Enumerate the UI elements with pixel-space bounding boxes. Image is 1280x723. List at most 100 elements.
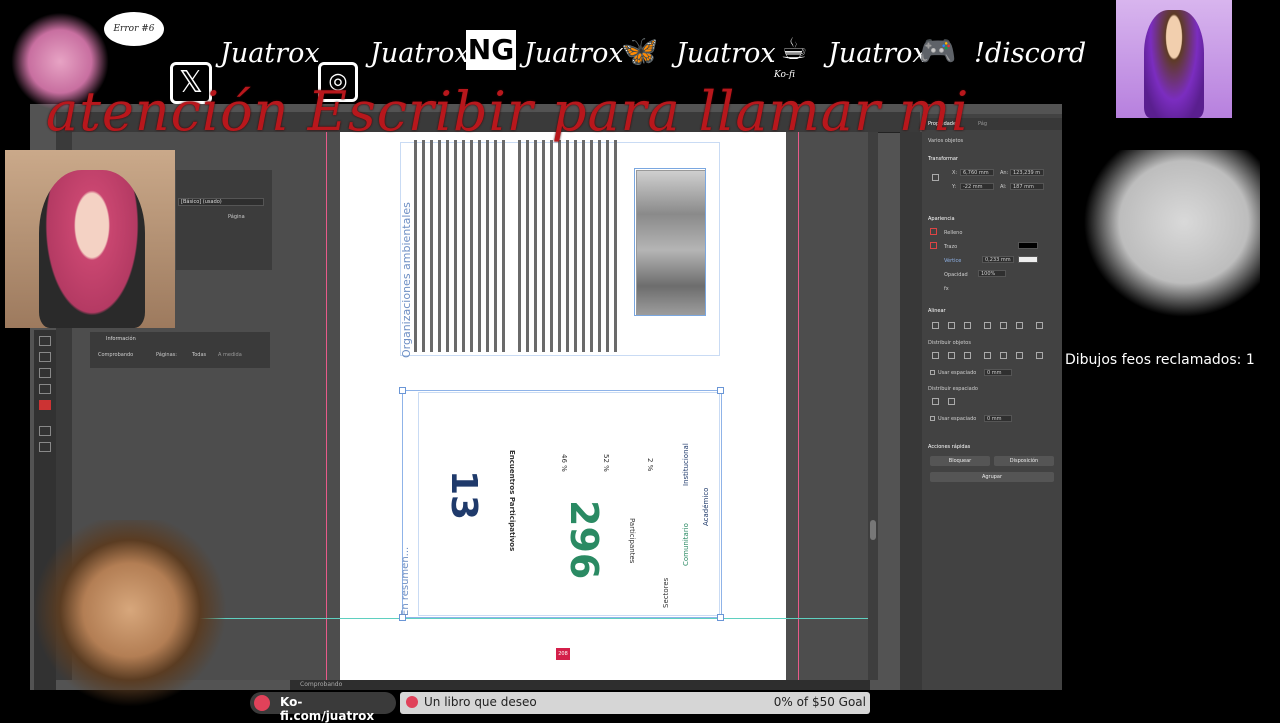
quick-actions-title: Acciones rápidas (928, 444, 971, 450)
discord-command[interactable]: !discord (974, 38, 1086, 69)
page-number-badge: 208 (556, 648, 570, 660)
social-links: 𝕏 Juatrox ◎ Juatrox NG Juatrox 🦋 Juatrox… (170, 30, 1086, 104)
bluesky-butterfly-icon: 🦋 (621, 34, 659, 69)
pages-all-radio[interactable]: Todas (192, 352, 206, 358)
arrange-button[interactable]: Disposición (994, 456, 1054, 466)
align-bottom-icon[interactable] (1016, 322, 1023, 329)
distribute-vcenter-icon[interactable] (948, 352, 955, 359)
goal-bar: Un libro que deseo 0% of $50 Goal (400, 692, 870, 714)
page-column-label: Página (228, 214, 245, 220)
stroke-swatch-icon[interactable] (930, 242, 937, 249)
stroke-weight-field[interactable]: 0,233 mm (982, 256, 1014, 263)
newgrounds-handle[interactable]: Juatrox (524, 38, 624, 69)
sectors-label: Sectores (662, 577, 670, 608)
guest-avatar-card (1116, 0, 1232, 118)
fill-swatch-icon[interactable] (930, 228, 937, 235)
stroke-style-field[interactable] (1018, 256, 1038, 263)
image-frame-selection[interactable] (634, 168, 706, 316)
y-label: Y: (952, 184, 957, 190)
x-field[interactable]: 6,760 mm (960, 169, 994, 176)
align-center-icon[interactable] (948, 322, 955, 329)
pen-tool-icon[interactable] (39, 368, 51, 378)
lock-button[interactable]: Bloquear (930, 456, 990, 466)
kofi-sub-label: Ko-fi (774, 70, 795, 80)
selection-handle[interactable] (399, 387, 406, 394)
stat-participants-number: 296 (562, 500, 606, 580)
frame-tool-icon[interactable] (39, 426, 51, 436)
guest-avatar (1144, 10, 1204, 118)
selection-handle[interactable] (717, 614, 724, 621)
info-panel-title: Información (106, 336, 136, 342)
opacity-field[interactable]: 100% (978, 270, 1006, 277)
use-spacing-checkbox[interactable] (930, 370, 935, 375)
use-spacing-label: Usar espaciado (938, 370, 977, 376)
reference-point-icon[interactable] (932, 174, 939, 181)
fill-stroke-swatch-icon[interactable] (39, 400, 51, 410)
instagram-handle[interactable]: Juatrox (370, 38, 470, 69)
direct-selection-tool-icon[interactable] (39, 352, 51, 362)
floating-panel: [Básico] (usado) Página (176, 170, 272, 270)
distribute-top-icon[interactable] (932, 352, 939, 359)
distribute-right-icon[interactable] (1016, 352, 1023, 359)
style-dropdown[interactable]: [Básico] (usado) (178, 198, 264, 206)
scrollbar-thumb[interactable] (870, 520, 876, 540)
y-field[interactable]: -22 mm (960, 183, 994, 190)
pages-range-radio[interactable]: A medida (218, 352, 242, 358)
status-bar: Comprobando (290, 680, 870, 690)
align-to-icon[interactable] (1036, 322, 1043, 329)
kofi-handle[interactable]: Juatrox (828, 38, 928, 69)
stat-participants-label: Participantes (628, 518, 636, 564)
use-spacing-label-2: Usar espaciado (938, 416, 977, 422)
align-right-icon[interactable] (964, 322, 971, 329)
sector-academico: Académico (702, 487, 710, 526)
type-tool-icon[interactable] (39, 384, 51, 394)
kofi-cup-icon: ☕ (780, 32, 808, 67)
bluesky-handle[interactable]: Juatrox (676, 38, 776, 69)
selection-handle[interactable] (717, 387, 724, 394)
distribute-spacing-title: Distribuir espaciado (928, 386, 978, 392)
stroke-color-field[interactable] (1018, 242, 1038, 249)
group-button[interactable]: Agrupar (930, 472, 1054, 482)
goal-heart-icon (406, 696, 418, 708)
alert-headline: atención Escribir para llamar mi (46, 80, 970, 143)
height-field[interactable]: 187 mm (1010, 183, 1044, 190)
distribute-bottom-icon[interactable] (964, 352, 971, 359)
vtuber-avatar (39, 170, 145, 328)
section-title-resumen: En resumen... (400, 546, 411, 616)
distribute-extra-icon[interactable] (1036, 352, 1043, 359)
vtuber-camera (5, 150, 175, 328)
vertical-scrollbar[interactable] (868, 132, 878, 680)
appearance-title: Apariencia (928, 216, 955, 222)
stroke-weight-label: Vértice (944, 258, 962, 264)
pages-label: Páginas: (156, 352, 177, 358)
preflight-status: Comprobando (300, 681, 343, 688)
x-label: X: (952, 170, 958, 176)
distribute-hcenter-icon[interactable] (1000, 352, 1007, 359)
transform-title: Transformar (928, 156, 958, 162)
preflight-panel: Información Comprobando Páginas: Todas A… (90, 332, 270, 368)
spacing-field[interactable]: 0 mm (984, 369, 1012, 376)
goal-item: Un libro que deseo (424, 695, 537, 709)
body-text-columns (412, 140, 622, 354)
use-spacing-checkbox-2[interactable] (930, 416, 935, 421)
align-left-icon[interactable] (932, 322, 939, 329)
align-middle-icon[interactable] (1000, 322, 1007, 329)
checking-label: Comprobando (98, 352, 134, 358)
x-handle[interactable]: Juatrox (220, 38, 320, 69)
panel-icon-strip (900, 132, 922, 690)
percent-comunitario: 2 % (646, 458, 654, 472)
effects-label[interactable]: fx (944, 286, 949, 292)
spacing-field-2[interactable]: 0 mm (984, 415, 1012, 422)
distribute-vspace-icon[interactable] (932, 398, 939, 405)
kofi-link[interactable]: Ko-fi.com/juatrox (250, 692, 396, 723)
align-top-icon[interactable] (984, 322, 991, 329)
selection-tool-icon[interactable] (39, 336, 51, 346)
zoom-tool-icon[interactable] (39, 442, 51, 452)
distribute-left-icon[interactable] (984, 352, 991, 359)
gamepad-icon: 🎮 (919, 34, 957, 69)
sector-comunitario: Comunitario (682, 523, 690, 566)
width-field[interactable]: 123,239 m (1010, 169, 1044, 176)
distribute-hspace-icon[interactable] (948, 398, 955, 405)
drawings-counter: Dibujos feos reclamados: 1 (1065, 352, 1255, 368)
kofi-heart-icon (254, 695, 270, 711)
